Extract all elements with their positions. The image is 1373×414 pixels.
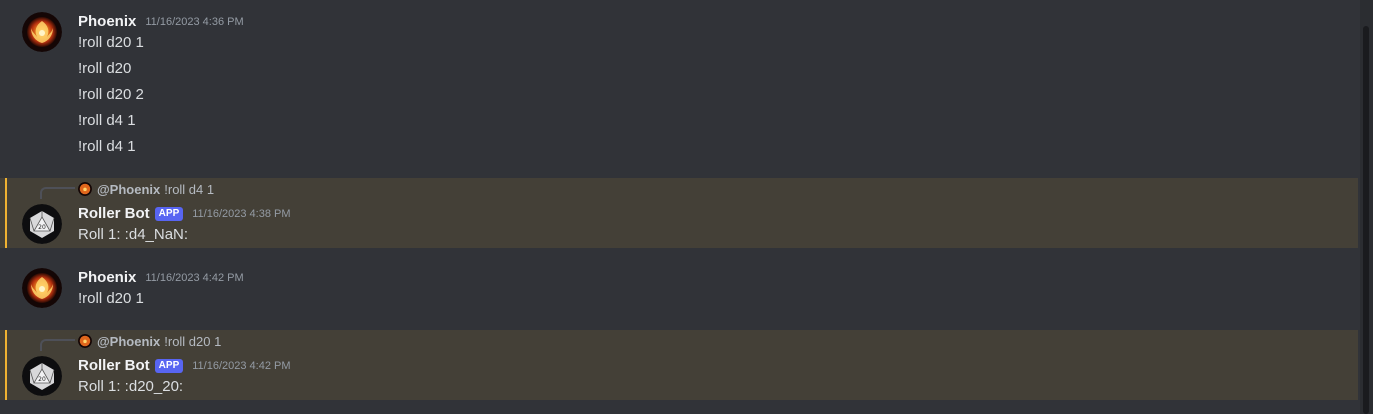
username[interactable]: Roller Bot xyxy=(78,357,150,374)
scrollbar-thumb[interactable] xyxy=(1363,26,1369,414)
message-content: Roll 1: :d4_NaN: xyxy=(78,226,189,243)
message-header: Phoenix 11/16/2023 4:36 PM xyxy=(78,11,244,31)
message-group-phoenix-2: Phoenix 11/16/2023 4:42 PM !roll d20 1 xyxy=(0,256,1358,322)
phoenix-avatar-icon[interactable] xyxy=(22,12,62,52)
message-content: !roll d20 xyxy=(78,60,132,77)
message-header: Phoenix 11/16/2023 4:42 PM xyxy=(78,267,244,287)
timestamp[interactable]: 11/16/2023 4:42 PM xyxy=(145,272,243,284)
mention-highlight-bar xyxy=(5,178,7,248)
timestamp[interactable]: 11/16/2023 4:42 PM xyxy=(192,360,290,372)
mention-highlight-bar xyxy=(5,330,7,400)
svg-text:20: 20 xyxy=(38,224,46,231)
timestamp[interactable]: 11/16/2023 4:36 PM xyxy=(145,16,243,28)
message-content: !roll d4 1 xyxy=(78,138,136,155)
svg-text:20: 20 xyxy=(38,376,46,383)
reply-preview: !roll d4 1 xyxy=(164,181,215,197)
chat-messages: Phoenix 11/16/2023 4:36 PM !roll d20 1 !… xyxy=(0,0,1358,414)
phoenix-avatar-icon xyxy=(78,182,92,196)
app-badge: APP xyxy=(154,207,184,221)
d20-die-avatar-icon[interactable]: 20 xyxy=(22,356,62,396)
timestamp[interactable]: 11/16/2023 4:38 PM xyxy=(192,208,290,220)
reply-connector xyxy=(40,339,75,351)
phoenix-avatar-icon xyxy=(78,334,92,348)
message-group-phoenix-1: Phoenix 11/16/2023 4:36 PM !roll d20 1 !… xyxy=(0,0,1358,168)
message-content: !roll d4 1 xyxy=(78,112,136,129)
message-group-rollerbot-1: @Phoenix !roll d4 1 20 Roller Bot APP 11… xyxy=(0,178,1358,248)
username[interactable]: Roller Bot xyxy=(78,205,150,222)
message-header: Roller Bot APP 11/16/2023 4:42 PM xyxy=(78,355,291,375)
username[interactable]: Phoenix xyxy=(78,269,136,286)
reply-reference[interactable]: @Phoenix !roll d20 1 xyxy=(78,333,221,349)
message-group-rollerbot-2: @Phoenix !roll d20 1 20 Roller Bot APP 1… xyxy=(0,330,1358,400)
message-content: !roll d20 1 xyxy=(78,34,144,51)
reply-author[interactable]: @Phoenix xyxy=(97,334,160,349)
message-header: Roller Bot APP 11/16/2023 4:38 PM xyxy=(78,203,291,223)
reply-reference[interactable]: @Phoenix !roll d4 1 xyxy=(78,181,214,197)
username[interactable]: Phoenix xyxy=(78,13,136,30)
message-content: !roll d20 2 xyxy=(78,86,144,103)
reply-connector xyxy=(40,187,75,199)
reply-author[interactable]: @Phoenix xyxy=(97,182,160,197)
phoenix-avatar-icon[interactable] xyxy=(22,268,62,308)
message-content: !roll d20 1 xyxy=(78,290,144,307)
reply-preview: !roll d20 1 xyxy=(164,333,222,349)
message-content: Roll 1: :d20_20: xyxy=(78,378,184,395)
d20-die-avatar-icon[interactable]: 20 xyxy=(22,204,62,244)
app-badge: APP xyxy=(154,359,184,373)
